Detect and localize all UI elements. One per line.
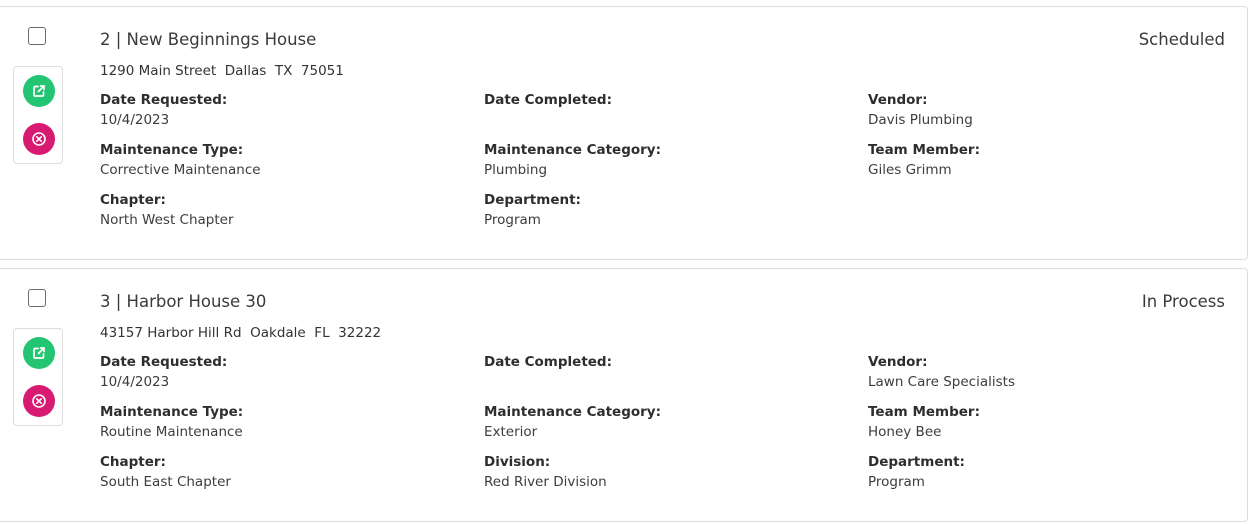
open-button[interactable]: [23, 337, 55, 369]
field-value: Program: [484, 212, 541, 228]
field-value: Exterior: [484, 424, 538, 440]
field-value: Honey Bee: [868, 424, 942, 440]
select-checkbox[interactable]: [28, 27, 46, 45]
field-department: Department: Program: [868, 452, 965, 493]
field-label: Date Completed:: [484, 92, 612, 108]
field-team-member: Team Member: Giles Grimm: [868, 140, 980, 181]
field-value: Davis Plumbing: [868, 112, 973, 128]
field-label: Department:: [868, 454, 965, 470]
field-value: Plumbing: [484, 162, 548, 178]
record-address: 1290 Main Street Dallas TX 75051: [100, 63, 344, 79]
select-checkbox[interactable]: [28, 289, 46, 307]
field-label: Chapter:: [100, 454, 166, 470]
field-label: Date Requested:: [100, 92, 228, 108]
field-value: Red River Division: [484, 474, 607, 490]
field-value: Corrective Maintenance: [100, 162, 261, 178]
field-date-requested: Date Requested: 10/4/2023: [100, 352, 227, 393]
field-label: Date Completed:: [484, 354, 612, 370]
field-date-completed: Date Completed:: [484, 90, 612, 110]
field-label: Maintenance Category:: [484, 404, 662, 420]
action-group: [13, 66, 63, 164]
delete-button[interactable]: [23, 385, 55, 417]
field-label: Vendor:: [868, 92, 928, 108]
external-link-icon: [33, 347, 45, 359]
external-link-icon: [33, 85, 45, 97]
maintenance-card: 3 | Harbor House 30 In Process 43157 Har…: [0, 268, 1248, 522]
field-value: 10/4/2023: [100, 374, 170, 390]
field-vendor: Vendor: Davis Plumbing: [868, 90, 973, 131]
field-maintenance-type: Maintenance Type: Corrective Maintenance: [100, 140, 261, 181]
record-title[interactable]: 3 | Harbor House 30: [100, 292, 266, 311]
field-label: Vendor:: [868, 354, 928, 370]
field-division: Division: Red River Division: [484, 452, 607, 493]
field-maintenance-type: Maintenance Type: Routine Maintenance: [100, 402, 243, 443]
field-value: North West Chapter: [100, 212, 234, 228]
field-department: Department: Program: [484, 190, 581, 231]
field-value: Routine Maintenance: [100, 424, 243, 440]
field-label: Team Member:: [868, 142, 980, 158]
field-chapter: Chapter: South East Chapter: [100, 452, 231, 493]
field-value: South East Chapter: [100, 474, 231, 490]
field-label: Team Member:: [868, 404, 980, 420]
maintenance-card: 2 | New Beginnings House Scheduled 1290 …: [0, 6, 1248, 260]
action-group: [13, 328, 63, 426]
open-button[interactable]: [23, 75, 55, 107]
field-date-requested: Date Requested: 10/4/2023: [100, 90, 227, 131]
status-label: In Process: [1141, 292, 1225, 311]
field-label: Date Requested:: [100, 354, 228, 370]
field-date-completed: Date Completed:: [484, 352, 612, 372]
field-label: Department:: [484, 192, 581, 208]
field-vendor: Vendor: Lawn Care Specialists: [868, 352, 1015, 393]
field-value: Program: [868, 474, 925, 490]
record-address: 43157 Harbor Hill Rd Oakdale FL 32222: [100, 325, 382, 341]
circle-x-icon: [32, 394, 46, 408]
field-label: Maintenance Type:: [100, 404, 244, 420]
record-title[interactable]: 2 | New Beginnings House: [100, 30, 316, 49]
status-label: Scheduled: [1138, 30, 1225, 49]
field-team-member: Team Member: Honey Bee: [868, 402, 980, 443]
field-label: Chapter:: [100, 192, 166, 208]
field-value: 10/4/2023: [100, 112, 170, 128]
field-value: Giles Grimm: [868, 162, 952, 178]
circle-x-icon: [32, 132, 46, 146]
field-maintenance-category: Maintenance Category: Plumbing: [484, 140, 661, 181]
delete-button[interactable]: [23, 123, 55, 155]
field-chapter: Chapter: North West Chapter: [100, 190, 234, 231]
field-maintenance-category: Maintenance Category: Exterior: [484, 402, 661, 443]
field-label: Maintenance Type:: [100, 142, 244, 158]
field-value: Lawn Care Specialists: [868, 374, 1015, 390]
field-label: Division:: [484, 454, 551, 470]
field-label: Maintenance Category:: [484, 142, 662, 158]
